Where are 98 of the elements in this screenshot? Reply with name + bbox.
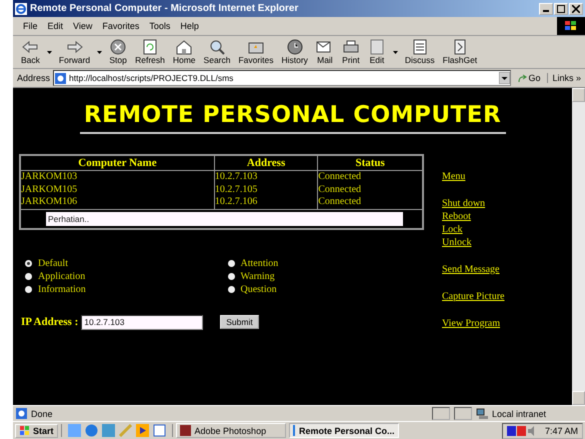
notice-field: Perhatian.. <box>46 212 403 226</box>
clock-icon <box>286 39 304 55</box>
forward-arrow-icon <box>66 39 84 55</box>
tray-icons <box>506 424 537 436</box>
clock: 7:47 AM <box>544 426 578 436</box>
ip-address-field[interactable]: 10.2.7.103 <box>81 314 204 330</box>
links-button[interactable]: Links » <box>547 73 581 83</box>
page-heading: REMOTE PERSONAL COMPUTER <box>84 102 502 128</box>
stop-icon <box>109 39 128 55</box>
dropdown-arrow-icon[interactable] <box>46 50 52 54</box>
go-arrow-icon <box>518 74 528 82</box>
toolbar-button[interactable]: Back <box>17 39 44 65</box>
back-arrow-icon <box>21 39 40 55</box>
start-button[interactable]: Start <box>15 424 58 438</box>
taskbar-button[interactable]: Adobe Photoshop <box>176 423 286 438</box>
document-icon <box>410 39 429 55</box>
table-cell: Connected <box>318 184 423 196</box>
close-button[interactable] <box>569 2 583 14</box>
table-cell: JARKOM103 <box>20 170 214 184</box>
menu-link[interactable]: Shut down <box>442 197 504 210</box>
menu-item[interactable]: Tools <box>149 21 170 31</box>
toolbar-button[interactable]: Print <box>338 39 364 65</box>
toolbar-button[interactable]: Edit <box>364 39 390 65</box>
taskbar-button[interactable]: Remote Personal Co... <box>288 423 399 438</box>
maximize-button[interactable] <box>554 2 568 14</box>
radio-button[interactable] <box>228 260 234 266</box>
close-icon <box>572 4 580 12</box>
address-label: Address <box>17 73 50 83</box>
table-cell: 10.2.7.103 <box>214 170 318 184</box>
radio-label[interactable]: Information <box>38 284 86 294</box>
radio-label[interactable]: Application <box>38 270 86 282</box>
table-cell: JARKOM106 <box>20 196 214 209</box>
submit-button[interactable]: Submit <box>220 315 259 329</box>
minimize-button[interactable] <box>539 2 553 14</box>
home-icon <box>175 39 194 55</box>
toolbar-button[interactable]: Refresh <box>131 39 169 65</box>
radio-button[interactable] <box>25 286 32 292</box>
menu-link[interactable]: Lock <box>442 223 504 236</box>
address-field[interactable]: http://localhost/scripts/PROJECT9.DLL/sms <box>53 70 512 86</box>
menu-item[interactable]: Edit <box>48 21 64 31</box>
windows-logo <box>557 17 585 35</box>
maximize-icon <box>557 4 565 12</box>
printer-icon <box>342 39 360 55</box>
radio-label[interactable]: Question <box>240 284 277 294</box>
radio-button[interactable] <box>228 272 234 280</box>
refresh-icon <box>140 39 159 55</box>
page-icon <box>55 72 66 84</box>
radio-button[interactable] <box>25 260 32 266</box>
radio-button[interactable] <box>25 272 32 280</box>
dropdown-arrow-icon[interactable] <box>97 50 102 54</box>
table-cell: JARKOM105 <box>20 184 214 196</box>
dropdown-arrow-icon[interactable] <box>392 50 398 54</box>
minimize-icon <box>543 10 549 12</box>
table-cell: Connected <box>318 170 423 184</box>
toolbar-button[interactable]: Stop <box>105 39 132 65</box>
menu-item[interactable]: View <box>73 21 92 31</box>
table-cell: Connected <box>318 196 423 209</box>
page-icon <box>16 408 27 419</box>
radio-label[interactable]: Warning <box>240 270 275 282</box>
window-title: Remote Personal Computer - Microsoft Internet Explorer <box>30 3 298 14</box>
radio-label[interactable]: Default <box>38 258 68 268</box>
radio-button[interactable] <box>228 286 234 292</box>
menu-link[interactable]: Unlock <box>442 236 504 249</box>
browser-icon[interactable] <box>84 424 98 437</box>
table-cell: 10.2.7.105 <box>214 184 318 196</box>
go-button[interactable]: Go <box>514 73 544 83</box>
zone-text: Local intranet <box>492 408 548 418</box>
toolbar-button[interactable]: Home <box>168 39 200 65</box>
page-icon <box>368 39 386 55</box>
menu-item[interactable]: Help <box>180 21 199 31</box>
status-panel <box>432 407 450 420</box>
menu-link[interactable]: View Program <box>442 317 504 330</box>
table-cell: 10.2.7.106 <box>214 196 318 209</box>
windows-logo <box>19 425 31 436</box>
ip-address-label: IP Address : <box>21 316 78 328</box>
status-panel <box>454 407 472 420</box>
browser-icon <box>15 2 27 14</box>
menu-link[interactable]: Capture Picture <box>442 290 504 303</box>
dropdown-arrow-icon[interactable] <box>499 72 510 84</box>
column-header: Address <box>214 155 318 170</box>
toolbar-button[interactable]: Search <box>200 39 234 65</box>
toolbar-button[interactable]: Mail <box>312 39 338 65</box>
play-icon[interactable] <box>136 424 149 437</box>
toolbar-button[interactable]: History <box>277 39 312 65</box>
toolbar-button[interactable]: Favorites <box>234 39 278 65</box>
radio-label[interactable]: Attention <box>240 258 278 268</box>
menu-link[interactable]: Menu <box>442 170 504 183</box>
menu-link[interactable]: Reboot <box>442 210 504 223</box>
column-header: Computer Name <box>20 155 214 170</box>
toolbar-button[interactable]: Forward <box>54 39 94 65</box>
menu-link[interactable]: Send Message <box>442 263 504 276</box>
toolbar-button[interactable]: Discuss <box>400 39 439 65</box>
menu-item[interactable]: File <box>23 21 38 31</box>
menu-item[interactable]: Favorites <box>102 21 140 31</box>
network-icon <box>476 408 488 419</box>
search-icon <box>208 39 226 55</box>
status-text: Done <box>31 408 54 418</box>
toolbar-button[interactable]: FlashGet <box>438 39 482 65</box>
